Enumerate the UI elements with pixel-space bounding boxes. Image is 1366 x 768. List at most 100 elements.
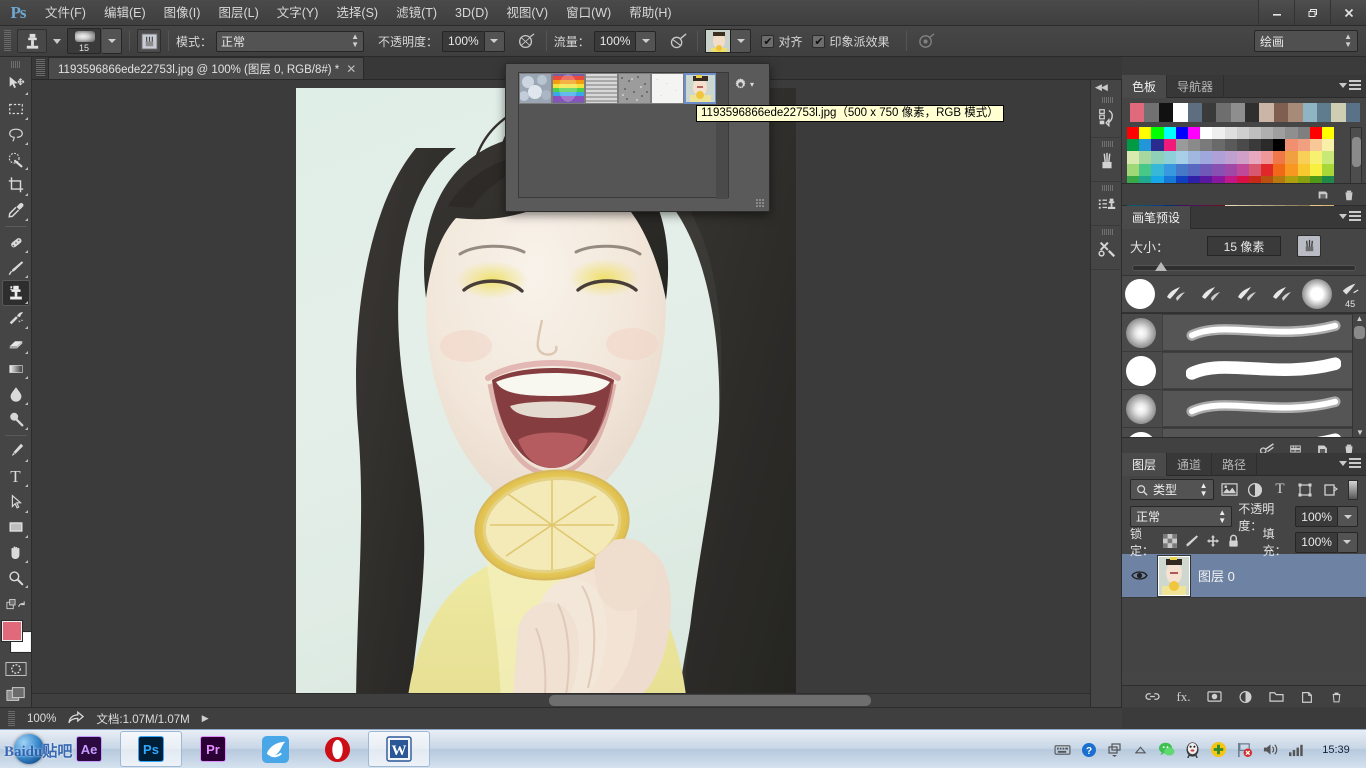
tab-navigator[interactable]: 导航器 [1167, 75, 1224, 98]
move-tool[interactable] [2, 71, 30, 96]
swatch[interactable] [1225, 127, 1237, 139]
screen-mode-button[interactable] [2, 682, 30, 707]
menu-file[interactable]: 文件(F) [36, 0, 95, 26]
zoom-tool[interactable] [2, 565, 30, 590]
brush-list-scrollbar[interactable]: ▲ ▼ [1352, 314, 1366, 437]
status-expand-arrow-icon[interactable]: ▶ [202, 713, 209, 724]
recent-swatch[interactable] [1173, 103, 1187, 122]
show-hidden-icon[interactable] [1106, 741, 1123, 758]
swatch[interactable] [1237, 151, 1249, 163]
close-button[interactable] [1330, 0, 1366, 25]
brush-preset-list[interactable]: ▲ ▼ [1122, 313, 1366, 437]
up-arrow-icon[interactable] [1132, 741, 1149, 758]
brush-size-slider[interactable] [1132, 265, 1356, 271]
swatch[interactable] [1285, 139, 1297, 151]
swatch[interactable] [1310, 151, 1322, 163]
security-icon[interactable] [1210, 741, 1227, 758]
swatch[interactable] [1188, 164, 1200, 176]
delete-layer-icon[interactable] [1330, 690, 1343, 704]
qq-icon[interactable] [1184, 741, 1201, 758]
opacity-pressure-icon[interactable] [515, 29, 539, 53]
swatch[interactable] [1298, 151, 1310, 163]
keyboard-ime-icon[interactable] [1054, 741, 1071, 758]
recent-swatch[interactable] [1331, 103, 1345, 122]
opacity-input[interactable]: 100% [442, 31, 485, 52]
rectangle-tool[interactable] [2, 515, 30, 540]
layer-filter-select[interactable]: 类型 ▲▼ [1130, 479, 1214, 500]
swatch[interactable] [1151, 151, 1163, 163]
eyedropper-tool[interactable] [2, 198, 30, 223]
flow-input[interactable]: 100% [594, 31, 637, 52]
swatch[interactable] [1322, 139, 1334, 151]
brush-preset-item[interactable] [1122, 428, 1366, 437]
taskbar-foxmail[interactable] [244, 731, 306, 767]
swatch[interactable] [1298, 127, 1310, 139]
taskbar-clock[interactable]: 15:39 [1314, 744, 1358, 756]
opacity-chevron-icon[interactable] [485, 31, 505, 52]
lock-position-icon[interactable] [1206, 534, 1220, 551]
eye-icon[interactable] [1128, 569, 1150, 582]
zoom-level[interactable]: 100% [27, 713, 56, 725]
menu-edit[interactable]: 编辑(E) [95, 0, 155, 26]
eraser-tool[interactable] [2, 331, 30, 356]
clone-source-thumbnail[interactable] [705, 29, 731, 53]
options-bar-grip[interactable] [4, 30, 11, 52]
swatch[interactable] [1164, 164, 1176, 176]
recent-swatch[interactable] [1202, 103, 1216, 122]
taskbar-opera[interactable] [306, 731, 368, 767]
swatch[interactable] [1249, 139, 1261, 151]
swatch[interactable] [1127, 151, 1139, 163]
swatch[interactable] [1261, 151, 1273, 163]
swatch[interactable] [1176, 151, 1188, 163]
brush-tip-scatter-4[interactable] [1264, 275, 1299, 313]
wechat-icon[interactable] [1158, 741, 1175, 758]
layer-opacity-chevron-icon[interactable] [1338, 506, 1358, 527]
new-swatch-icon[interactable] [1316, 188, 1330, 202]
healing-brush-tool[interactable] [2, 230, 30, 255]
swatch[interactable] [1164, 127, 1176, 139]
menu-image[interactable]: 图像(I) [155, 0, 210, 26]
brush-preset-item[interactable] [1122, 314, 1366, 352]
pattern-list[interactable] [518, 72, 729, 198]
swatch[interactable] [1298, 164, 1310, 176]
layer-fill-input[interactable]: 100% [1295, 532, 1338, 553]
close-icon[interactable]: ✕ [346, 62, 356, 76]
swatch[interactable] [1188, 127, 1200, 139]
tab-brush-presets[interactable]: 画笔预设 [1122, 206, 1191, 229]
restore-button[interactable] [1294, 0, 1330, 25]
swatch[interactable] [1200, 151, 1212, 163]
swatch[interactable] [1139, 151, 1151, 163]
taskbar-word[interactable]: W [368, 731, 430, 767]
recent-swatch[interactable] [1216, 103, 1230, 122]
layer-blend-mode-select[interactable]: 正常 ▲▼ [1130, 506, 1232, 527]
brush-tip-hard-round[interactable] [1122, 275, 1157, 313]
table-row[interactable]: 图层 0 [1122, 554, 1366, 598]
blur-tool[interactable] [2, 381, 30, 406]
recent-swatch[interactable] [1188, 103, 1202, 122]
swatch[interactable] [1285, 127, 1297, 139]
layer-fill-chevron-icon[interactable] [1338, 532, 1358, 553]
swatch[interactable] [1310, 164, 1322, 176]
brush-preset-item[interactable] [1122, 352, 1366, 390]
popup-resize-handle[interactable] [756, 199, 765, 208]
dodge-tool[interactable] [2, 407, 30, 432]
clone-source-dock-icon[interactable] [1091, 182, 1123, 226]
brush-tool[interactable] [2, 255, 30, 280]
image-filter-icon[interactable] [1220, 480, 1239, 500]
swatch[interactable] [1261, 139, 1273, 151]
tab-layers[interactable]: 图层 [1122, 453, 1167, 476]
shape-filter-icon[interactable] [1296, 480, 1315, 500]
taskbar-premiere[interactable]: Pr [182, 731, 244, 767]
tab-channels[interactable]: 通道 [1167, 453, 1212, 476]
quick-selection-tool[interactable] [2, 147, 30, 172]
flag-action-center-icon[interactable] [1236, 741, 1253, 758]
recent-swatch[interactable] [1159, 103, 1173, 122]
layer-style-icon[interactable]: fx. [1176, 689, 1190, 705]
color-chips[interactable] [1, 621, 31, 653]
minimize-button[interactable] [1258, 0, 1294, 25]
pen-tool[interactable] [2, 439, 30, 464]
swatch[interactable] [1249, 164, 1261, 176]
current-tool-icon[interactable] [17, 29, 47, 53]
adjustment-layer-icon[interactable] [1238, 690, 1253, 704]
swatch[interactable] [1310, 127, 1322, 139]
